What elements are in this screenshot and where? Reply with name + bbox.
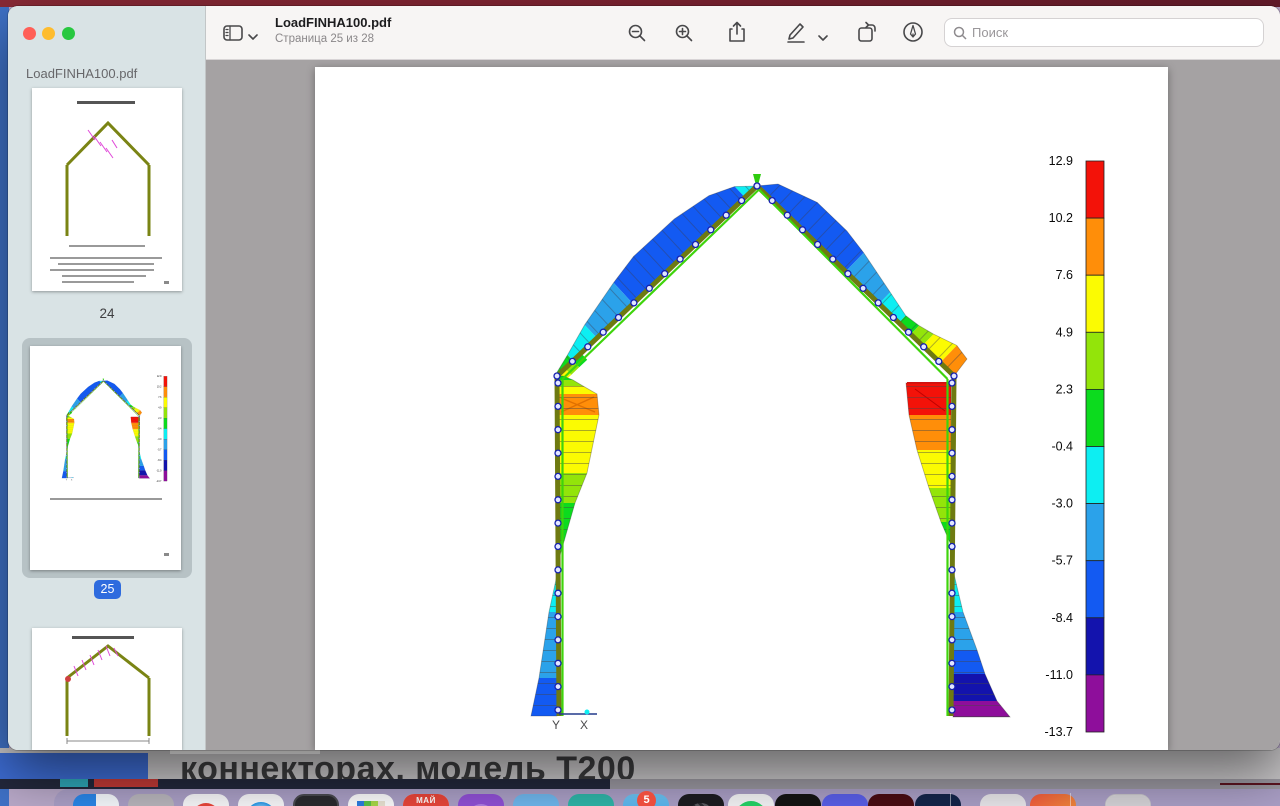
dock-icon-window-app[interactable] (1105, 794, 1151, 806)
close-button[interactable] (23, 27, 36, 40)
markup-pencil-icon (785, 21, 807, 43)
thumbnail-24-preview (32, 88, 182, 291)
search-icon (953, 26, 967, 40)
legend-value: 7.6 (1056, 268, 1073, 282)
stress-diagram: Y X (315, 67, 1168, 750)
color-legend: 12.9 10.2 7.6 4.9 2.3 -0.4 -3.0 -5.7 -8.… (1045, 154, 1105, 739)
axis-label-y: Y (552, 718, 560, 732)
dock: МАЙ (54, 789, 1280, 806)
zoom-out-button[interactable] (622, 18, 652, 48)
zoom-in-icon (674, 23, 694, 43)
rotate-icon (856, 21, 878, 43)
markup-options-chevron-icon[interactable] (814, 23, 832, 53)
dock-separator (1070, 793, 1071, 806)
legend-value: 10.2 (1049, 211, 1073, 225)
dock-icon-launchpad[interactable] (128, 794, 174, 806)
legend-value: -0.4 (1051, 440, 1073, 454)
thumbnail-page-25[interactable] (30, 346, 181, 570)
dock-separator (950, 793, 951, 806)
frame-nodes (554, 183, 957, 713)
zoom-out-icon (627, 23, 647, 43)
annotate-button[interactable] (898, 17, 928, 47)
dock-icon-black-app[interactable] (775, 794, 821, 806)
page-number-25-selected: 25 (94, 580, 121, 599)
document-title: LoadFINHA100.pdf (275, 15, 391, 30)
fullscreen-button[interactable] (62, 27, 75, 40)
dock-icon-purple-app[interactable] (458, 794, 504, 806)
background-fragment-red (94, 779, 158, 787)
annotate-pen-icon (902, 21, 924, 43)
minimize-button[interactable] (42, 27, 55, 40)
search-input[interactable] (972, 25, 1263, 40)
zoom-in-button[interactable] (669, 18, 699, 48)
dock-icon-teal-app[interactable] (568, 794, 614, 806)
thumbnail-page-26[interactable] (32, 628, 182, 750)
sidebar-toggle-chevron-icon[interactable] (248, 28, 258, 46)
background-window-edge-right (610, 779, 1280, 789)
sidebar-toggle-icon (223, 25, 243, 41)
thumbnail-25-preview (54, 370, 174, 482)
mail-badge: 5 (637, 791, 656, 806)
page-number-24: 24 (8, 306, 206, 321)
dock-icon-stripes-app[interactable] (348, 794, 394, 806)
dock-icon-safari[interactable] (238, 794, 284, 806)
rotate-button[interactable] (852, 17, 882, 47)
legend-value: 2.3 (1056, 382, 1073, 396)
legend-value: -5.7 (1051, 554, 1073, 568)
dock-icon-display-app[interactable] (293, 794, 339, 806)
legend-value: -13.7 (1045, 725, 1074, 739)
background-window-blue-bar (0, 753, 148, 779)
pdf-content-area[interactable]: Y X (206, 60, 1280, 750)
dock-icon-darkred-app[interactable] (868, 794, 914, 806)
thumbnail-caption-line (50, 498, 162, 500)
sidebar: LoadFINHA100.pdf (8, 6, 206, 750)
dock-icon-sphere-app[interactable] (678, 794, 724, 806)
desktop: коннекторах, модель Т200 МАЙ (0, 0, 1280, 806)
pdf-page: Y X (315, 67, 1168, 750)
dock-icon-light-app[interactable] (980, 794, 1026, 806)
toolbar: LoadFINHA100.pdf Страница 25 из 28 (206, 6, 1280, 60)
tab-title: LoadFINHA100.pdf (26, 66, 137, 81)
legend-value: 12.9 (1049, 154, 1073, 168)
thumbnail-page-number (164, 553, 169, 556)
calendar-month-label: МАЙ (403, 794, 449, 806)
dock-icon-navy-app[interactable] (915, 794, 961, 806)
main-area: LoadFINHA100.pdf Страница 25 из 28 (206, 6, 1280, 750)
share-button[interactable] (722, 17, 752, 47)
search-field (944, 18, 1264, 47)
thumbnail-page-24[interactable] (32, 88, 182, 291)
page-indicator: Страница 25 из 28 (275, 33, 374, 45)
dock-icon-lightblue-app[interactable] (513, 794, 559, 806)
dock-icon-indigo-app[interactable] (822, 794, 868, 806)
legend-value: -8.4 (1051, 611, 1073, 625)
background-fragment-teal (60, 779, 88, 787)
axis-label-x: X (580, 718, 588, 732)
legend-value: 4.9 (1056, 325, 1073, 339)
dock-icon-calendar[interactable]: МАЙ (403, 794, 449, 806)
sidebar-toggle-button[interactable] (218, 18, 248, 48)
background-maroon-line (1220, 783, 1280, 785)
thumbnail-26-preview (32, 628, 182, 750)
legend-value: -3.0 (1051, 497, 1073, 511)
markup-button[interactable] (781, 17, 811, 47)
dock-icon-whatsapp[interactable] (728, 794, 774, 806)
dock-icon-red-app[interactable] (183, 794, 229, 806)
background-window-edge (0, 779, 1280, 789)
share-icon (728, 21, 746, 43)
preview-window: LoadFINHA100.pdf (8, 6, 1280, 750)
legend-value: -11.0 (1045, 668, 1073, 682)
dock-icon-finder[interactable] (73, 794, 119, 806)
